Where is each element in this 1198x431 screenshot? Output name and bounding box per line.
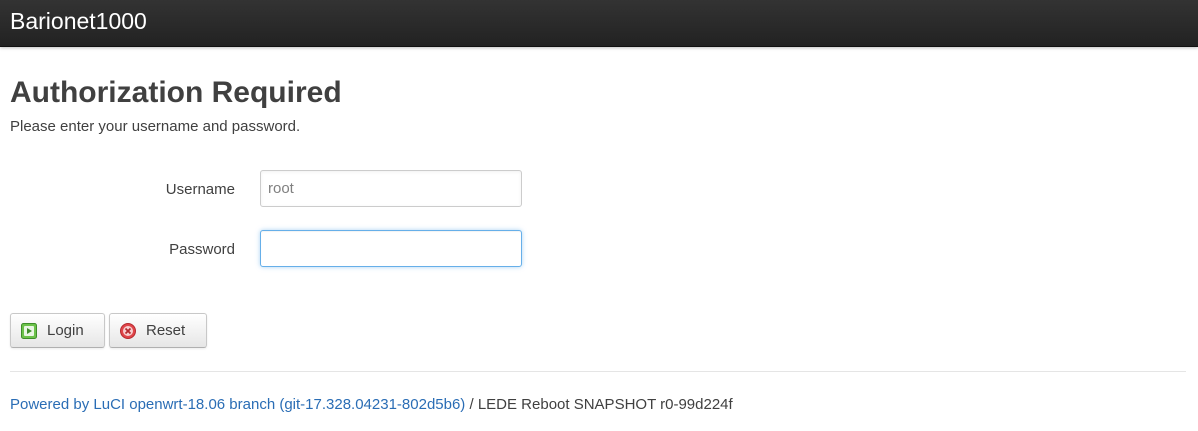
reset-icon — [120, 322, 136, 339]
username-label: Username — [165, 181, 235, 198]
footer-version: LEDE Reboot SNAPSHOT r0-99d224f — [477, 396, 733, 413]
luci-link[interactable]: Powered by LuCI openwrt-18.06 branch (gi… — [10, 396, 465, 413]
top-navbar: Barionet1000 — [0, 0, 1198, 47]
footer: Powered by LuCI openwrt-18.06 branch (gi… — [10, 395, 733, 415]
password-label: Password — [169, 241, 235, 258]
footer-separator: / — [465, 396, 478, 413]
apply-icon — [21, 322, 37, 339]
login-button-label: Login — [47, 322, 84, 339]
page-description: Please enter your username and password. — [10, 118, 301, 135]
page-title: Authorization Required — [10, 76, 342, 109]
login-button[interactable]: Login — [10, 313, 105, 348]
username-input[interactable] — [260, 170, 522, 207]
password-input[interactable] — [260, 230, 522, 267]
footer-divider — [10, 371, 1186, 372]
reset-button[interactable]: Reset — [109, 313, 207, 348]
brand-link[interactable]: Barionet1000 — [10, 7, 147, 35]
reset-button-label: Reset — [146, 322, 186, 339]
